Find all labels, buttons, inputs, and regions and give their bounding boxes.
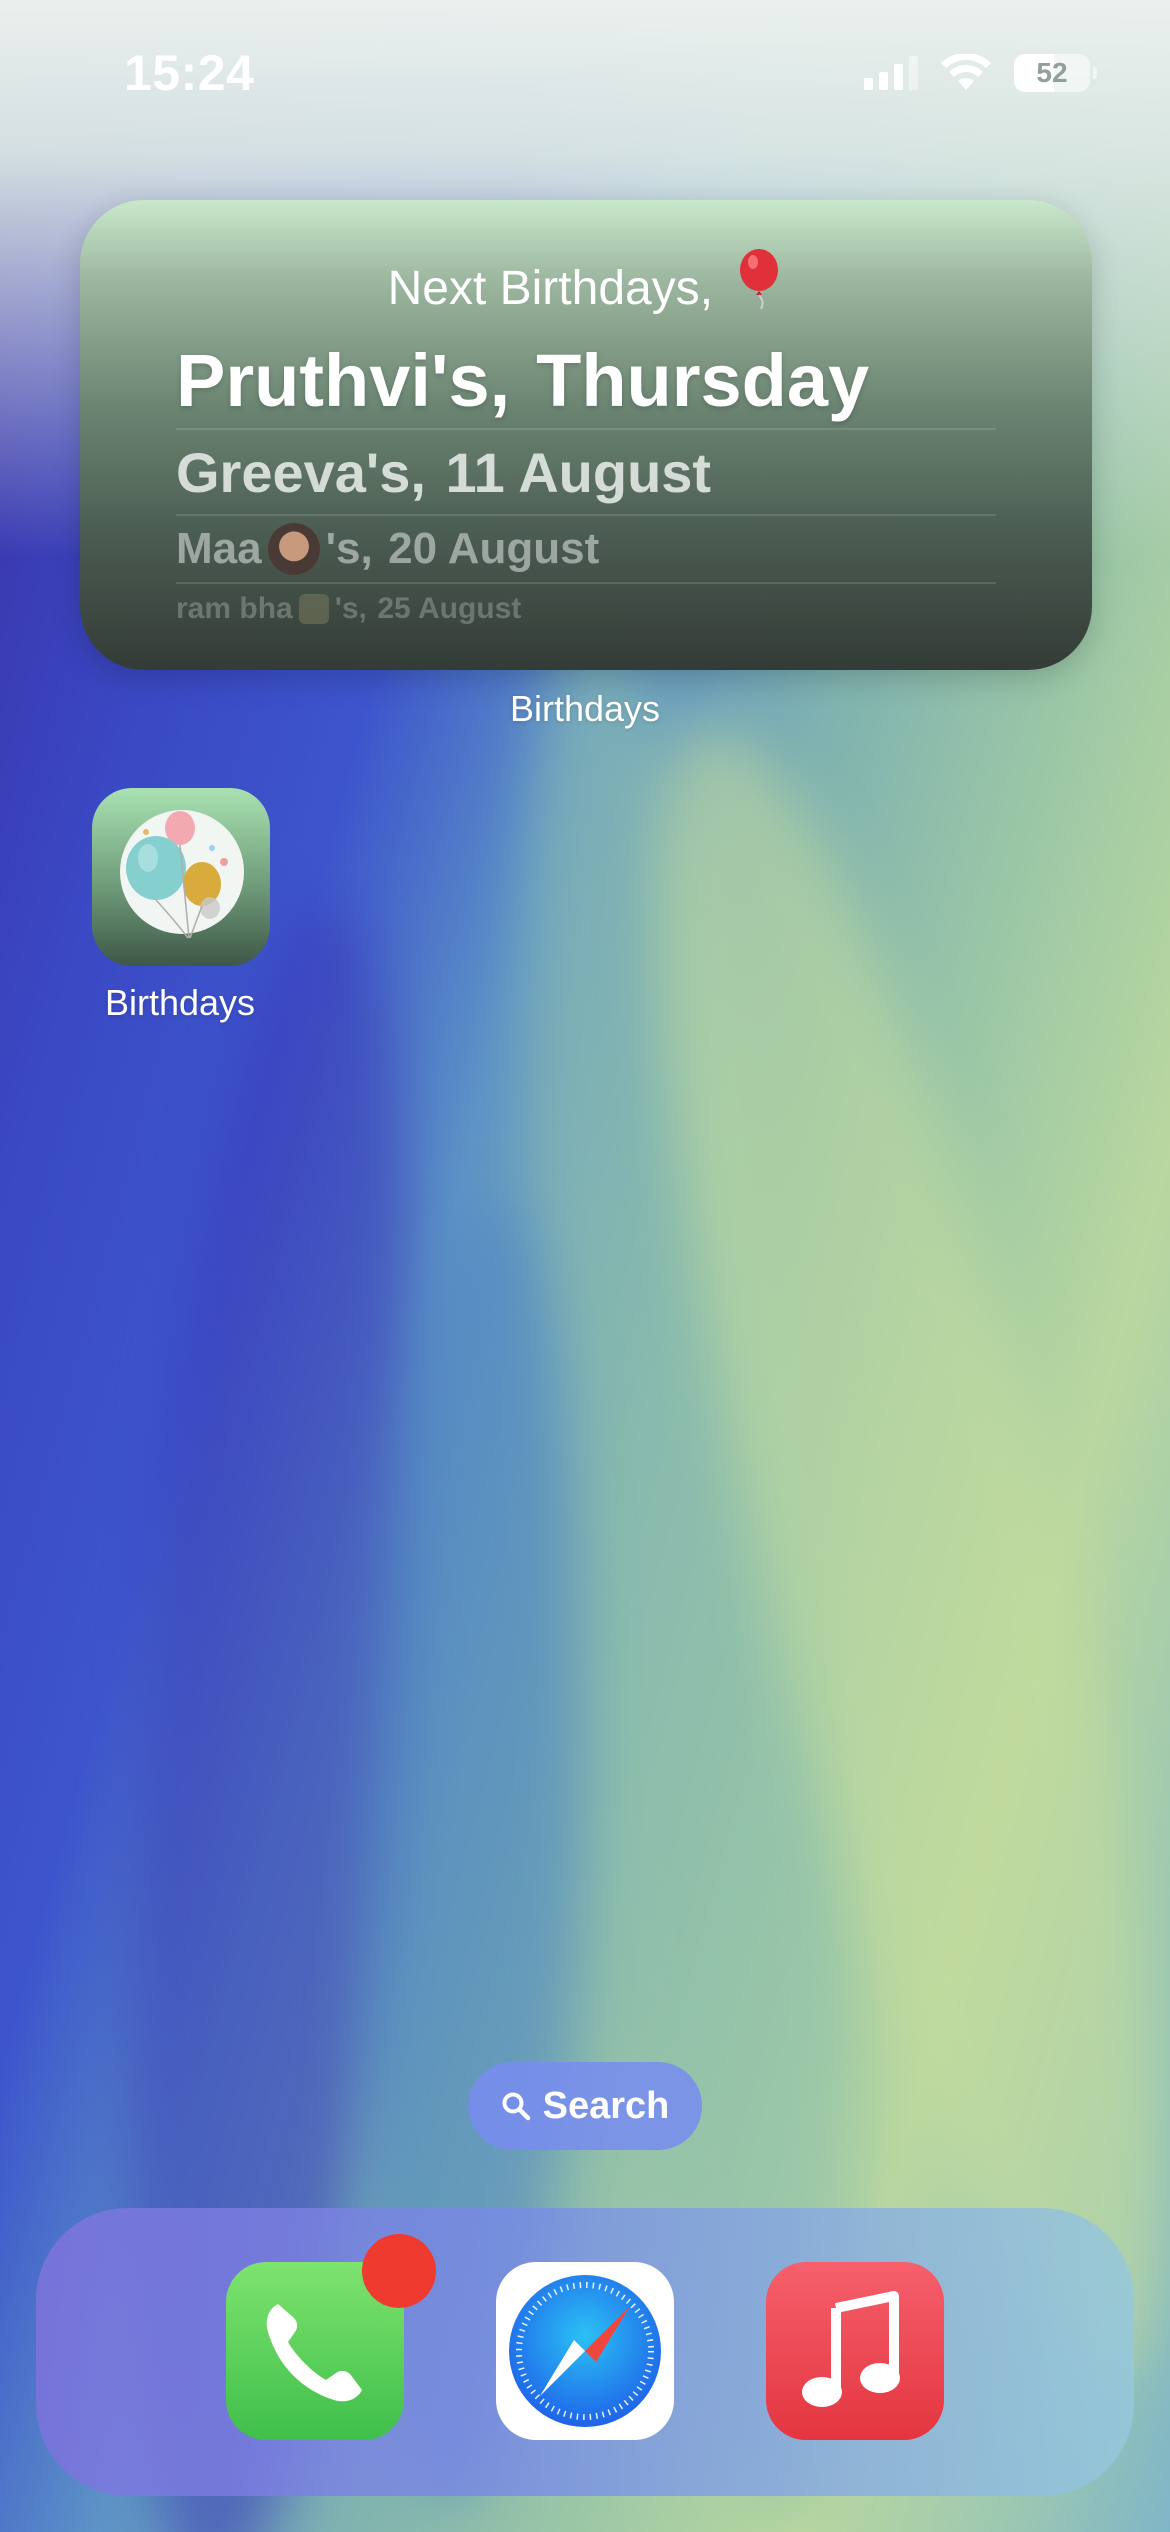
birthday-list: Pruthvi's, Thursday Greeva's, 11 August …	[176, 332, 996, 634]
status-time: 15:24	[124, 45, 255, 101]
wifi-icon	[941, 54, 991, 90]
person-icon	[298, 594, 329, 624]
birthday-date: 25 August	[377, 592, 522, 625]
widget-title-text: Next Birthdays,	[387, 262, 714, 315]
birthday-name-suffix: 's,	[325, 524, 373, 573]
dock	[36, 2208, 1134, 2496]
music-app-icon[interactable]	[766, 2262, 944, 2440]
cellular-signal-icon	[864, 56, 918, 90]
compass-icon	[509, 2275, 661, 2427]
birthday-row[interactable]: Pruthvi's, Thursday	[176, 332, 996, 428]
birthday-row[interactable]: Greeva's, 11 August	[176, 430, 996, 514]
phone-app-icon[interactable]	[226, 2234, 436, 2440]
widget-label: Birthdays	[509, 688, 661, 729]
birthdays-widget[interactable]: Next Birthdays, Pruthvi's, Thursday Gree…	[80, 200, 1092, 670]
birthday-name-prefix: Maa	[176, 524, 262, 573]
magnifier-icon	[502, 2092, 530, 2121]
status-bar: 15:24 52	[0, 0, 1170, 150]
battery-percent: 52	[1036, 57, 1068, 88]
balloons-icon	[126, 811, 228, 939]
notification-badge	[362, 2234, 436, 2308]
music-note-icon	[802, 2291, 900, 2407]
balloon-icon	[740, 249, 779, 310]
woman-face-icon	[267, 523, 320, 575]
birthday-date: Thursday	[536, 338, 870, 422]
birthday-name: Pruthvi's,	[176, 338, 511, 422]
birthday-name-prefix: ram bha	[176, 592, 293, 625]
safari-app-icon[interactable]	[496, 2262, 674, 2440]
battery-indicator: 52	[1014, 54, 1097, 92]
birthday-date: 20 August	[388, 524, 600, 573]
birthdays-app-icon[interactable]	[92, 788, 270, 966]
birthday-row[interactable]: Maa 's, 20 August	[176, 516, 996, 582]
birthday-name: Greeva's,	[176, 440, 426, 504]
search-label: Search	[542, 2084, 670, 2127]
birthday-row[interactable]: ram bha 's, 25 August	[176, 584, 996, 634]
widget-title: Next Birthdays,	[80, 248, 1092, 316]
birthday-date: 11 August	[445, 440, 712, 504]
birthday-name-suffix: 's,	[334, 592, 367, 625]
search-button[interactable]: Search	[468, 2062, 702, 2150]
status-icons: 52	[864, 54, 1097, 92]
app-label: Birthdays	[104, 982, 256, 1023]
